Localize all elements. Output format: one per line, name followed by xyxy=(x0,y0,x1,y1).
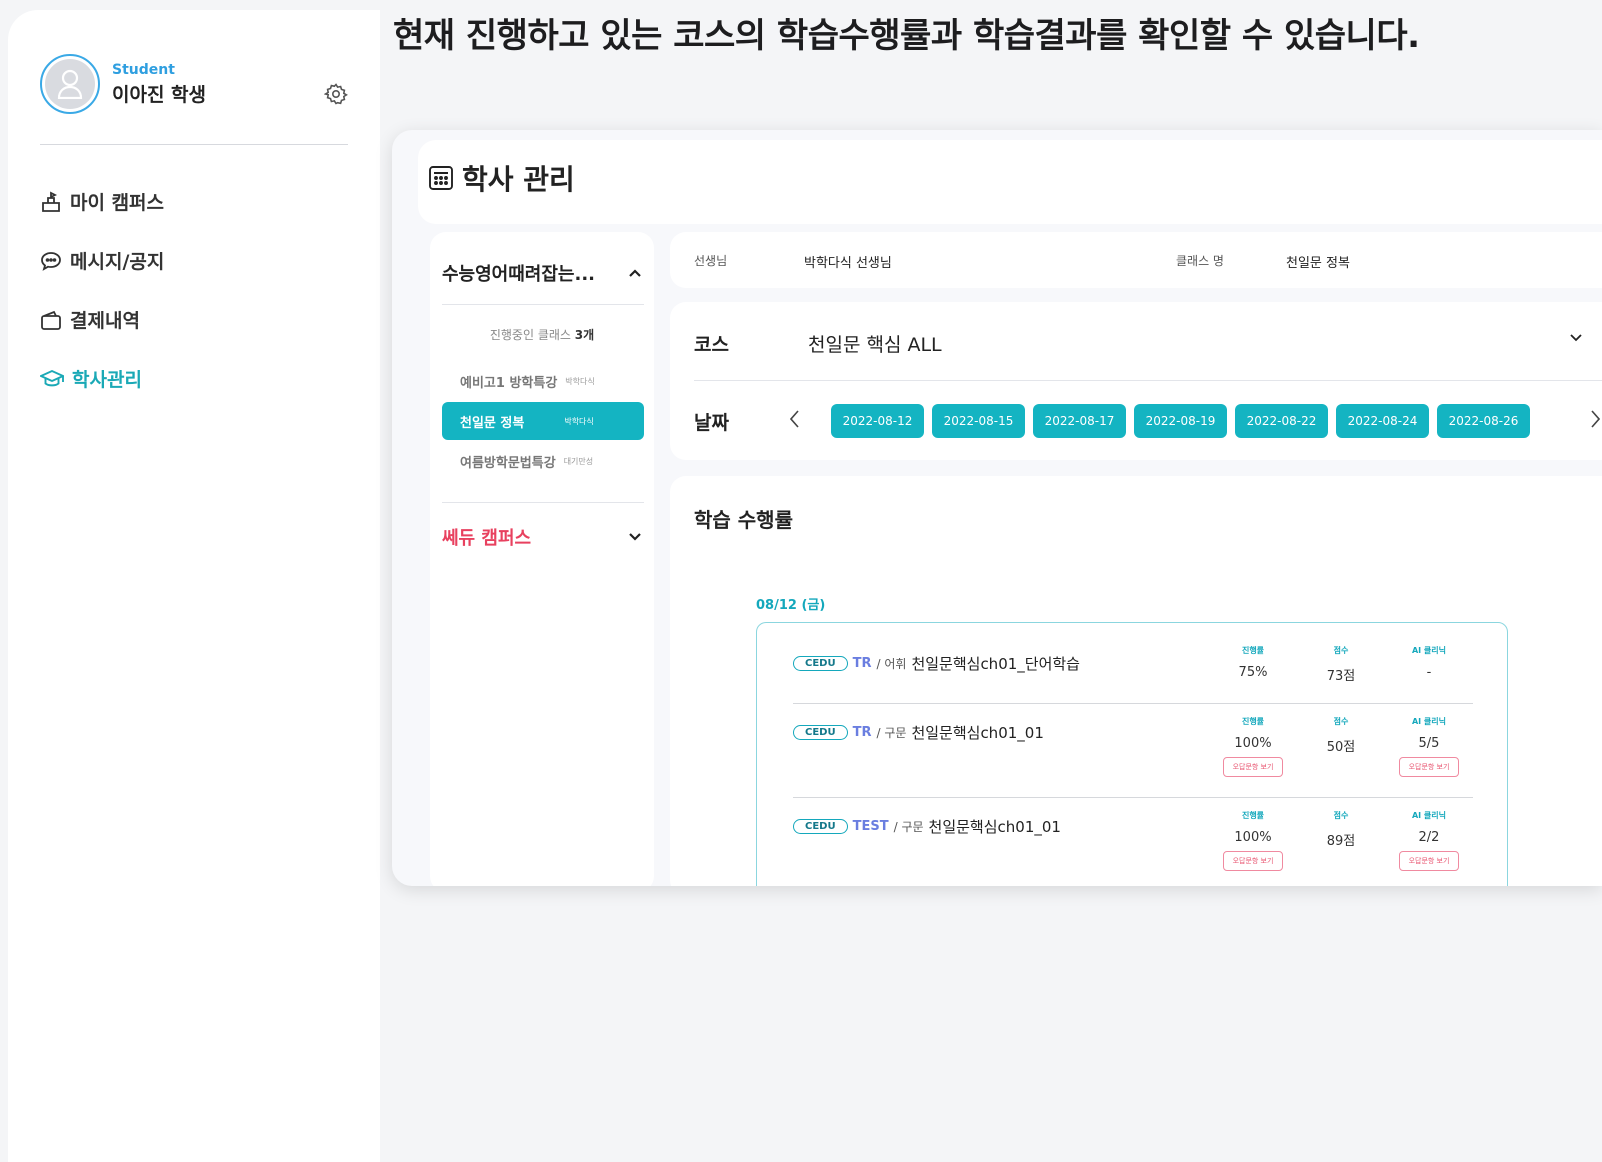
academy-toggle[interactable]: 수능영어때려잡는... xyxy=(442,260,642,286)
active-class-count: 진행중인 클래스 3개 xyxy=(489,328,595,342)
lesson-name: 천일문핵심ch01_01 xyxy=(928,818,1061,836)
sidebar-item-payments[interactable]: 결제내역 xyxy=(40,290,164,349)
sidebar-divider xyxy=(40,144,348,145)
class-item[interactable]: 여름방학문법특강 대기만성 xyxy=(442,442,644,480)
progress-title: 학습 수행률 xyxy=(694,508,793,532)
chevron-left-icon[interactable] xyxy=(790,410,800,428)
lesson-badge: CEDU xyxy=(793,819,848,834)
course-date-panel: 코스 천일문 핵심 ALL 날짜 2022-08-12 2022-08-15 2… xyxy=(670,302,1602,460)
class-panel: 수능영어때려잡는... 진행중인 클래스 3개 예비고1 방학특강 박학다식 천일… xyxy=(430,232,654,886)
sidebar-nav: 마이 캠퍼스 메시지/공지 결제내역 학사관리 xyxy=(40,172,164,408)
title-bar xyxy=(418,140,1602,224)
lesson-category: 어휘 xyxy=(884,657,907,671)
date-chip[interactable]: 2022-08-24 xyxy=(1336,404,1429,438)
score-stat: 점수 50점 xyxy=(1326,717,1356,755)
lesson-type: TR xyxy=(852,656,872,671)
wallet-icon xyxy=(41,310,61,330)
lesson-list: CEDU TR / 어휘 천일문핵심ch01_단어학습 진행률 75% 점수 7… xyxy=(756,622,1508,886)
learning-progress-panel: 학습 수행률 08/12 (금) CEDU TR / 어휘 천일문핵심ch01_… xyxy=(670,476,1602,886)
date-list: 2022-08-12 2022-08-15 2022-08-17 2022-08… xyxy=(831,404,1530,438)
academy-name: 수능영어때려잡는... xyxy=(442,264,595,285)
sidebar-item-messages[interactable]: 메시지/공지 xyxy=(40,231,164,290)
date-chip[interactable]: 2022-08-17 xyxy=(1033,404,1126,438)
course-label: 코스 xyxy=(694,334,729,356)
campus-name: 쎄듀 캠퍼스 xyxy=(442,528,532,549)
sidebar-item-label: 메시지/공지 xyxy=(70,251,165,273)
class-name: 천일문 정복 xyxy=(1286,256,1350,271)
lesson-name: 천일문핵심ch01_단어학습 xyxy=(911,655,1080,673)
wrong-answers-button[interactable]: 오답문항 보기 xyxy=(1222,851,1284,871)
lesson-type: TR xyxy=(852,725,872,740)
page-title-text: 학사 관리 xyxy=(462,163,575,196)
progress-stat: 진행률 75% xyxy=(1238,646,1268,680)
sidebar-item-label: 결제내역 xyxy=(70,310,140,332)
ai-clinic-stat: AI 클리닉 5/5 오답문항 보기 xyxy=(1389,716,1469,777)
wrong-answers-button[interactable]: 오답문항 보기 xyxy=(1222,757,1284,777)
calculator-icon xyxy=(429,166,453,190)
lesson-title: CEDU TEST / 구문 천일문핵심ch01_01 xyxy=(793,816,1061,837)
chevron-up-icon xyxy=(629,269,641,277)
sidebar: Student 이아진 학생 마이 캠퍼스 메시지/공지 결제내역 학사관리 xyxy=(8,10,380,1162)
lesson-row: CEDU TEST / 구문 천일문핵심ch01_01 진행률 100% 오답문… xyxy=(793,797,1473,886)
lesson-row: CEDU TR / 구문 천일문핵심ch01_01 진행률 100% 오답문항 … xyxy=(793,703,1473,797)
page-headline: 현재 진행하고 있는 코스의 학습수행률과 학습결과를 확인할 수 있습니다. xyxy=(393,16,1420,56)
wrong-answers-button[interactable]: 오답문항 보기 xyxy=(1398,851,1460,871)
divider xyxy=(442,304,644,305)
campus-toggle[interactable]: 쎄듀 캠퍼스 xyxy=(442,524,642,550)
academic-management-window: 학사 관리 수능영어때려잡는... 진행중인 클래스 3개 예비고1 방학특강 박… xyxy=(392,130,1602,886)
class-item[interactable]: 예비고1 방학특강 박학다식 xyxy=(442,362,644,400)
class-item-selected[interactable]: 천일문 정복 박학다식 xyxy=(442,402,644,440)
score-stat: 점수 89점 xyxy=(1326,811,1356,849)
lesson-name: 천일문핵심ch01_01 xyxy=(911,724,1044,742)
score-stat: 점수 73점 xyxy=(1326,646,1356,684)
lesson-badge: CEDU xyxy=(793,656,848,671)
date-label: 날짜 xyxy=(694,412,729,434)
class-name-label: 클래스 명 xyxy=(1176,254,1224,268)
user-name: 이아진 학생 xyxy=(112,83,207,106)
sidebar-item-label: 학사관리 xyxy=(72,369,142,391)
course-select[interactable]: 천일문 핵심 ALL xyxy=(808,330,942,357)
sidebar-item-academic[interactable]: 학사관리 xyxy=(40,349,164,408)
wrong-answers-button[interactable]: 오답문항 보기 xyxy=(1398,757,1460,777)
chevron-down-icon xyxy=(629,533,641,541)
date-chip[interactable]: 2022-08-12 xyxy=(831,404,924,438)
date-chip[interactable]: 2022-08-19 xyxy=(1134,404,1227,438)
user-icon xyxy=(57,69,83,99)
gear-icon[interactable] xyxy=(324,82,348,106)
campus-icon xyxy=(42,191,60,212)
date-chip[interactable]: 2022-08-26 xyxy=(1437,404,1530,438)
date-chip[interactable]: 2022-08-22 xyxy=(1235,404,1328,438)
day-label: 08/12 (금) xyxy=(756,598,826,613)
teacher-name: 박학다식 선생님 xyxy=(804,256,892,271)
progress-stat: 진행률 100% 오답문항 보기 xyxy=(1213,716,1293,777)
divider xyxy=(694,380,1602,381)
chevron-right-icon[interactable] xyxy=(1590,410,1600,428)
avatar[interactable] xyxy=(40,54,100,114)
ai-clinic-stat: AI 클리닉 2/2 오답문항 보기 xyxy=(1389,810,1469,871)
sidebar-item-my-campus[interactable]: 마이 캠퍼스 xyxy=(40,172,164,231)
lesson-title: CEDU TR / 어휘 천일문핵심ch01_단어학습 xyxy=(793,653,1080,674)
sidebar-item-label: 마이 캠퍼스 xyxy=(70,192,165,214)
teacher-label: 선생님 xyxy=(694,254,728,268)
class-info: 선생님 박학다식 선생님 클래스 명 천일문 정복 xyxy=(670,232,1602,288)
graduation-cap-icon xyxy=(40,369,64,386)
lesson-title: CEDU TR / 구문 천일문핵심ch01_01 xyxy=(793,722,1044,743)
divider xyxy=(442,502,644,503)
message-icon xyxy=(41,251,61,271)
lesson-row: CEDU TR / 어휘 천일문핵심ch01_단어학습 진행률 75% 점수 7… xyxy=(793,645,1473,703)
lesson-category: 구문 xyxy=(884,726,907,740)
user-role: Student xyxy=(112,61,175,78)
date-chip[interactable]: 2022-08-15 xyxy=(932,404,1025,438)
progress-stat: 진행률 100% 오답문항 보기 xyxy=(1213,810,1293,871)
profile: Student 이아진 학생 xyxy=(40,54,206,114)
chevron-down-icon[interactable] xyxy=(1570,334,1582,342)
lesson-type: TEST xyxy=(852,819,889,834)
page-title: 학사 관리 xyxy=(428,158,575,198)
ai-clinic-stat: AI 클리닉 - xyxy=(1411,646,1447,680)
lesson-category: 구문 xyxy=(901,820,924,834)
lesson-badge: CEDU xyxy=(793,725,848,740)
